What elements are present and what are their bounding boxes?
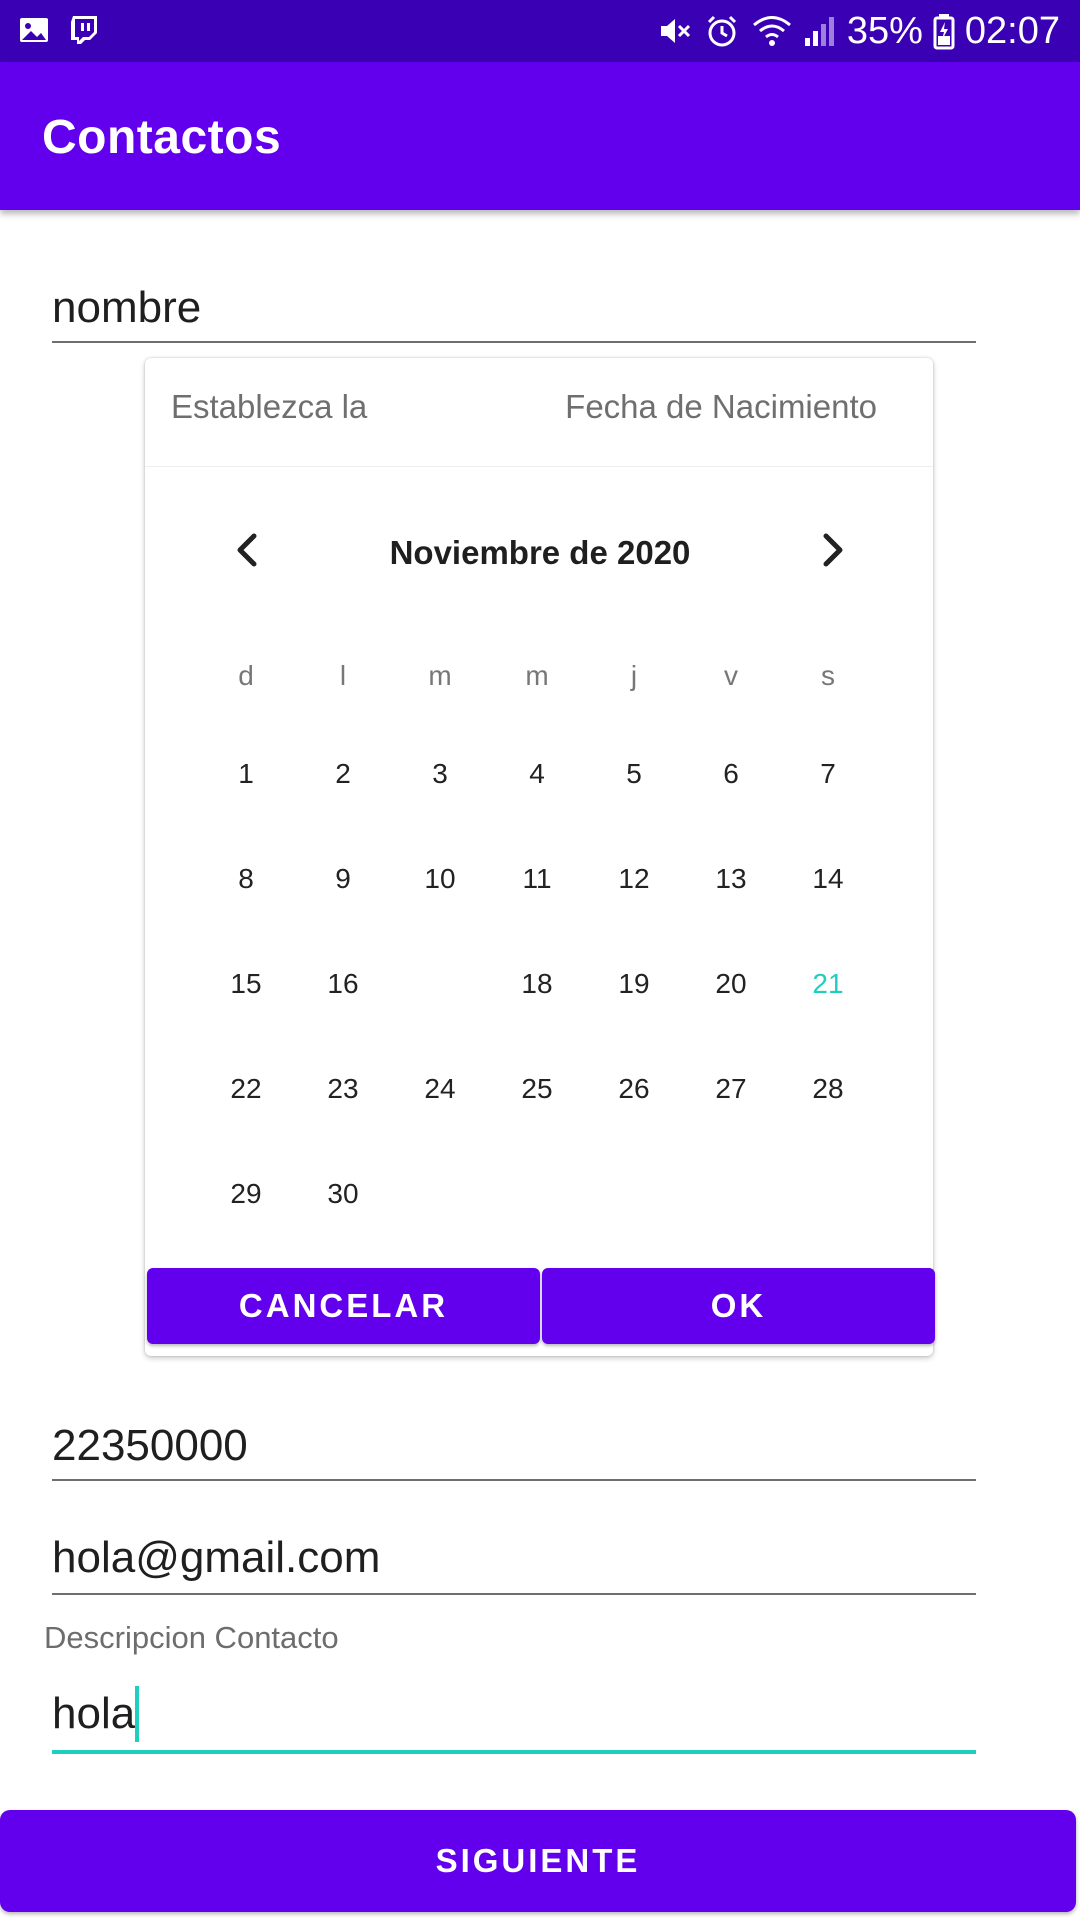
calendar-day[interactable]: 7	[776, 722, 880, 826]
text-cursor	[135, 1686, 140, 1742]
weekday-header: d	[238, 660, 254, 691]
calendar-day[interactable]: 20	[679, 932, 783, 1036]
status-indicators: 35% 02:07	[655, 8, 1060, 54]
name-field[interactable]: nombre	[52, 280, 976, 344]
weekday-header: v	[724, 660, 738, 691]
phone-field-underline	[52, 1479, 976, 1481]
calendar-day[interactable]: 28	[776, 1037, 880, 1141]
status-notifications	[18, 14, 100, 46]
weekday-header: l	[339, 660, 347, 691]
description-field-value: hola	[52, 1689, 136, 1738]
calendar-day[interactable]: 25	[485, 1037, 589, 1141]
phone-field-value: 22350000	[52, 1421, 248, 1470]
description-field-underline	[52, 1750, 976, 1754]
calendar-day[interactable]: 8	[194, 827, 298, 931]
next-month-icon[interactable]	[802, 520, 862, 580]
weekday-header: j	[630, 660, 638, 691]
app-title: Contactos	[42, 111, 282, 164]
battery-icon	[933, 14, 955, 50]
calendar-day[interactable]: 12	[582, 827, 686, 931]
name-field-underline	[52, 341, 976, 343]
calendar-day[interactable]: 16	[291, 932, 395, 1036]
calendar-day[interactable]: 24	[388, 1037, 492, 1141]
email-field-value: hola@gmail.com	[52, 1533, 381, 1582]
calendar-day[interactable]: 1	[194, 722, 298, 826]
status-bar: 35% 02:07	[0, 0, 1080, 62]
calendar-day[interactable]: 13	[679, 827, 783, 931]
gallery-icon	[20, 18, 48, 42]
calendar-day-selected[interactable]: 17	[388, 932, 492, 1036]
month-year-label: Noviembre de 2020	[389, 534, 691, 571]
calendar-day[interactable]: 21	[776, 932, 880, 1036]
mute-icon	[660, 19, 690, 43]
calendar-day[interactable]: 5	[582, 722, 686, 826]
calendar-day[interactable]: 18	[485, 932, 589, 1036]
calendar-day[interactable]: 4	[485, 722, 589, 826]
signal-icon	[804, 17, 834, 46]
calendar-day[interactable]: 15	[194, 932, 298, 1036]
weekday-header: s	[821, 660, 835, 691]
wifi-icon	[752, 16, 791, 46]
email-field-underline	[52, 1593, 976, 1595]
description-field[interactable]: hola	[52, 1686, 976, 1756]
twitch-icon	[71, 16, 97, 44]
calendar-day[interactable]: 11	[485, 827, 589, 931]
calendar-day[interactable]: 29	[194, 1142, 298, 1246]
phone-field[interactable]: 22350000	[52, 1418, 976, 1482]
calendar-day[interactable]: 9	[291, 827, 395, 931]
dialog-header: Establezca la Fecha de Nacimiento	[145, 358, 933, 467]
description-label: Descripcion Contacto	[44, 1620, 339, 1655]
calendar-day[interactable]: 23	[291, 1037, 395, 1141]
battery-percent: 35%	[846, 10, 923, 52]
alarm-icon	[707, 15, 736, 47]
ok-button[interactable]: OK	[542, 1268, 935, 1344]
calendar-day[interactable]: 19	[582, 932, 686, 1036]
calendar-day[interactable]: 3	[388, 722, 492, 826]
calendar-day[interactable]: 27	[679, 1037, 783, 1141]
dialog-title-left: Establezca la	[171, 388, 368, 425]
name-field-value: nombre	[52, 283, 202, 332]
calendar-day[interactable]: 6	[679, 722, 783, 826]
cancel-button[interactable]: CANCELAR	[147, 1268, 540, 1344]
calendar-day[interactable]: 22	[194, 1037, 298, 1141]
dialog-title-right: Fecha de Nacimiento	[565, 388, 877, 425]
calendar-day[interactable]: 10	[388, 827, 492, 931]
app-bar: Contactos	[0, 62, 1080, 210]
calendar-day[interactable]: 26	[582, 1037, 686, 1141]
calendar-day[interactable]: 30	[291, 1142, 395, 1246]
weekday-header: m	[525, 660, 549, 691]
calendar-day[interactable]: 14	[776, 827, 880, 931]
email-field[interactable]: hola@gmail.com	[52, 1530, 976, 1595]
next-button[interactable]: SIGUIENTE	[0, 1810, 1076, 1912]
clock: 02:07	[964, 10, 1060, 52]
calendar-day[interactable]: 2	[291, 722, 395, 826]
weekday-header: m	[428, 660, 452, 691]
